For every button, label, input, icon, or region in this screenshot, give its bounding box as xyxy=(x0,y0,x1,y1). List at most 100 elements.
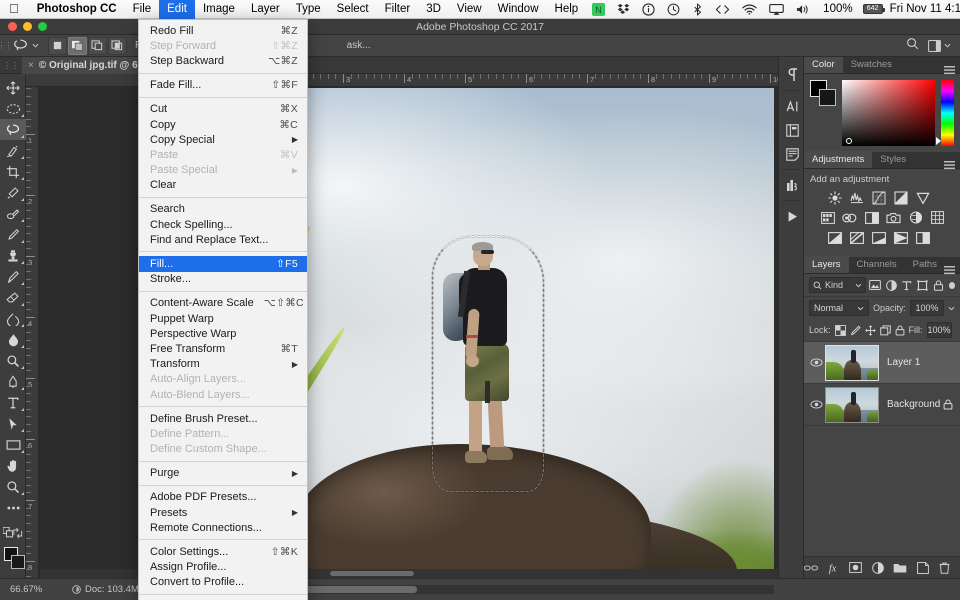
menu-item-free-transform[interactable]: Free Transform ⌘T xyxy=(139,341,307,356)
zoom-level[interactable]: 66.67% xyxy=(0,584,72,595)
vibrance-icon[interactable] xyxy=(914,190,931,205)
menu-item-stroke[interactable]: Stroke... xyxy=(139,272,307,287)
tab-channels[interactable]: Channels xyxy=(849,256,905,273)
color-field-marker[interactable] xyxy=(846,138,852,144)
color-panel-swatches[interactable] xyxy=(810,80,836,106)
close-document-icon[interactable]: × xyxy=(28,60,34,71)
gradient-map-icon[interactable] xyxy=(892,230,909,245)
menu-item-fill[interactable]: Fill... ⇧F5 xyxy=(139,256,307,272)
paragraph-icon[interactable] xyxy=(779,63,805,87)
vertical-ruler[interactable]: 1 2 3 4 5 6 7 8 xyxy=(26,87,39,578)
system-menu-3d[interactable]: 3D xyxy=(418,0,449,19)
pen-tool[interactable] xyxy=(0,371,26,392)
move-tool[interactable] xyxy=(0,77,26,98)
layer-thumbnail[interactable] xyxy=(825,386,879,423)
black-white-icon[interactable] xyxy=(863,210,880,225)
selective-color-icon[interactable] xyxy=(914,230,931,245)
new-fill-adjustment-icon[interactable] xyxy=(871,561,884,575)
menu-item-content-aware-scale[interactable]: Content-Aware Scale ⌥⇧⌘C xyxy=(139,296,307,311)
tab-layers[interactable]: Layers xyxy=(804,256,849,273)
system-menu-file[interactable]: File xyxy=(125,0,160,19)
brush-tool[interactable] xyxy=(0,224,26,245)
hue-saturation-icon[interactable] xyxy=(819,210,836,225)
menu-item-transform[interactable]: Transform ▶ xyxy=(139,357,307,372)
history-brush-tool[interactable] xyxy=(0,266,26,287)
color-field[interactable] xyxy=(842,80,935,146)
new-layer-icon[interactable] xyxy=(916,561,929,575)
edit-toolbar-tool[interactable] xyxy=(0,497,26,518)
system-menu-help[interactable]: Help xyxy=(547,0,587,19)
clone-stamp-tool[interactable] xyxy=(0,245,26,266)
add-to-selection-button[interactable] xyxy=(68,36,87,55)
filter-adjustment-icon[interactable] xyxy=(885,278,898,292)
panel-menu-icon[interactable] xyxy=(944,157,955,175)
system-menu-view[interactable]: View xyxy=(449,0,490,19)
menu-item-redo-fill[interactable]: Redo Fill ⌘Z xyxy=(139,23,307,38)
time-machine-icon[interactable] xyxy=(661,0,686,19)
menu-item-adobe-pdf-presets[interactable]: Adobe PDF Presets... xyxy=(139,490,307,505)
channel-mixer-icon[interactable] xyxy=(907,210,924,225)
status-scrollbar[interactable] xyxy=(300,585,774,594)
menu-item-define-brush-preset[interactable]: Define Brush Preset... xyxy=(139,411,307,426)
color-picker-body[interactable] xyxy=(804,74,960,152)
filter-toggle-icon[interactable] xyxy=(948,281,955,289)
invert-icon[interactable] xyxy=(826,230,843,245)
table-row[interactable]: Layer 1 xyxy=(804,342,960,384)
exposure-icon[interactable] xyxy=(892,190,909,205)
battery-icon[interactable]: 642 xyxy=(862,4,885,14)
options-bar-grip[interactable]: ⋮⋮ xyxy=(0,35,13,57)
menu-item-search[interactable]: Search xyxy=(139,202,307,217)
menu-item-fade-fill[interactable]: Fade Fill... ⇧⌘F xyxy=(139,78,307,93)
spot-healing-brush-tool[interactable] xyxy=(0,203,26,224)
dropbox-icon[interactable] xyxy=(611,0,636,19)
panel-menu-icon[interactable] xyxy=(944,262,955,280)
new-group-icon[interactable] xyxy=(893,561,907,575)
bluetooth-icon[interactable] xyxy=(686,0,709,19)
quick-selection-tool[interactable] xyxy=(0,140,26,161)
hue-slider-marker[interactable] xyxy=(936,137,941,145)
layer-mask-icon[interactable] xyxy=(849,561,862,575)
system-menu-type[interactable]: Type xyxy=(288,0,329,19)
menu-item-puppet-warp[interactable]: Puppet Warp xyxy=(139,311,307,326)
hand-tool[interactable] xyxy=(0,455,26,476)
menu-item-copy-special[interactable]: Copy Special ▶ xyxy=(139,132,307,147)
info-circle-icon[interactable] xyxy=(636,0,661,19)
volume-icon[interactable] xyxy=(790,0,816,19)
blur-tool[interactable] xyxy=(0,329,26,350)
crop-tool[interactable] xyxy=(0,161,26,182)
tab-color[interactable]: Color xyxy=(804,56,843,73)
menu-item-purge[interactable]: Purge ▶ xyxy=(139,466,307,481)
tab-bar-grip[interactable]: ⋮⋮ xyxy=(2,57,20,74)
menu-item-assign-profile[interactable]: Assign Profile... xyxy=(139,560,307,575)
app-green-icon[interactable]: N xyxy=(586,0,611,19)
system-menu-window[interactable]: Window xyxy=(490,0,547,19)
link-layers-icon[interactable] xyxy=(804,561,818,575)
play-actions-icon[interactable] xyxy=(779,204,805,228)
menu-item-color-settings[interactable]: Color Settings... ⇧⌘K xyxy=(139,544,307,559)
system-menu-image[interactable]: Image xyxy=(195,0,243,19)
apple-logo-icon[interactable]:  xyxy=(0,0,29,19)
opacity-value[interactable]: 100% xyxy=(910,300,944,316)
layer-visibility-toggle[interactable] xyxy=(808,400,825,409)
rectangle-tool[interactable] xyxy=(0,434,26,455)
workspace-switcher[interactable] xyxy=(928,39,951,52)
gradient-tool[interactable] xyxy=(0,308,26,329)
layer-visibility-toggle[interactable] xyxy=(808,358,825,367)
fill-value[interactable]: 100% xyxy=(926,322,952,338)
notes-icon[interactable] xyxy=(779,142,805,166)
opacity-chevron-down-icon[interactable] xyxy=(948,306,955,311)
system-menu-filter[interactable]: Filter xyxy=(377,0,419,19)
filter-type-icon[interactable] xyxy=(900,278,913,292)
tab-adjustments[interactable]: Adjustments xyxy=(804,151,873,168)
blend-mode-select[interactable]: Normal xyxy=(809,300,869,316)
type-tool[interactable] xyxy=(0,392,26,413)
edit-menu-dropdown[interactable]: Redo Fill ⌘Z Step Forward ⇧⌘Z Step Backward ⌥… xyxy=(138,19,308,600)
layer-filter-kind-select[interactable]: Kind xyxy=(809,277,867,293)
table-row[interactable]: Background xyxy=(804,384,960,426)
refine-edge-button[interactable]: ask... xyxy=(347,40,371,51)
quick-mask-row[interactable] xyxy=(0,522,26,543)
tab-styles[interactable]: Styles xyxy=(872,151,914,168)
lock-all-icon[interactable] xyxy=(895,324,905,337)
menu-item-perspective-warp[interactable]: Perspective Warp xyxy=(139,326,307,341)
zoom-tool[interactable] xyxy=(0,476,26,497)
